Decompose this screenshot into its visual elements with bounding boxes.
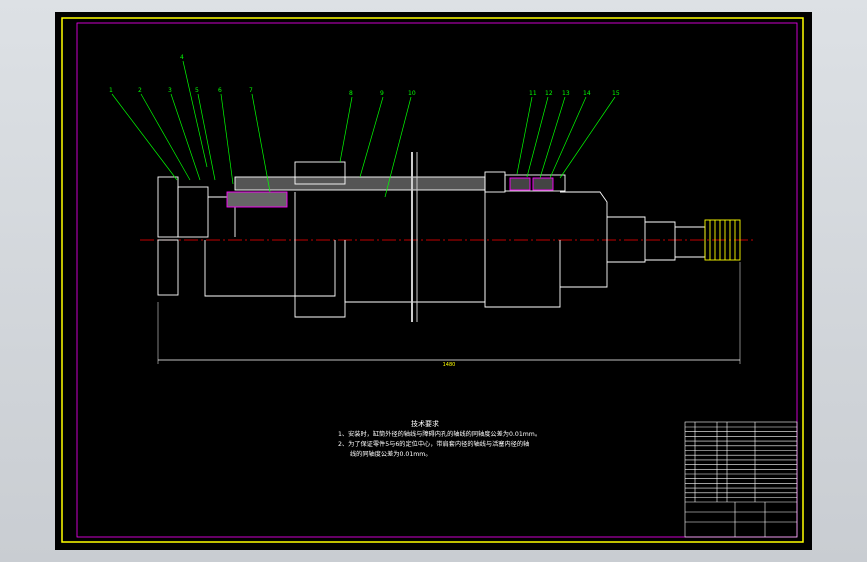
part-label-4: 4 xyxy=(180,54,184,61)
technical-requirements: 技术要求 1、安装时，缸筒外径的轴线与障碍内孔的轴线的同轴度公差为0.01mm。… xyxy=(338,419,541,458)
outer-frame xyxy=(61,17,804,543)
assembly-section xyxy=(157,152,741,322)
leader-line-9 xyxy=(359,96,384,178)
tech-req-line2: 2、为了保证零件5与6的定位中心，带肩套内径的轴线与活塞内径的轴 xyxy=(338,440,529,448)
part-label-6: 6 xyxy=(218,87,222,94)
part-label-11: 11 xyxy=(529,90,537,97)
part-label-3: 3 xyxy=(168,87,172,94)
rod-1 xyxy=(607,216,646,263)
rod-2 xyxy=(645,221,676,261)
cap-11 xyxy=(484,171,506,193)
cylinder-lower xyxy=(344,240,486,303)
part-label-9: 9 xyxy=(380,90,384,97)
title-block xyxy=(684,421,798,538)
leader-line-8 xyxy=(339,96,353,163)
part-label-1: 1 xyxy=(109,87,113,94)
leader-line-6 xyxy=(220,93,234,185)
cad-drawing: 1480 1 2 345 6 7 8 9 10 11 12 13 14 15 技术要求 1、安装时，缸筒… xyxy=(61,17,804,543)
part-label-5: 5 xyxy=(195,87,199,94)
body-left-lower xyxy=(204,240,336,297)
piston-seal-block xyxy=(226,191,288,208)
part-label-10: 10 xyxy=(408,90,416,97)
piston-lower xyxy=(294,192,346,318)
left-flange xyxy=(177,186,209,238)
parts-list xyxy=(685,422,797,502)
part-label-15: 15 xyxy=(612,90,620,97)
part-label-12: 12 xyxy=(545,90,553,97)
overall-dimension: 1480 xyxy=(157,262,741,368)
end-cap-lower xyxy=(157,239,179,296)
part-label-14: 14 xyxy=(583,90,591,97)
leader-line-13 xyxy=(539,96,566,179)
leader-line-3 xyxy=(170,93,201,181)
rod-3 xyxy=(675,226,706,258)
part-label-8: 8 xyxy=(349,90,353,97)
leader-line-12 xyxy=(526,96,549,178)
nose xyxy=(560,191,608,288)
leader-line-2 xyxy=(140,93,191,181)
leader-line-4 xyxy=(182,60,208,168)
tech-req-line1: 1、安装时，缸筒外径的轴线与障碍内孔的轴线的同轴度公差为0.01mm。 xyxy=(338,430,541,438)
overall-dimension-text: 1480 xyxy=(443,362,456,368)
part-label-7: 7 xyxy=(249,87,253,94)
tech-req-line3: 线的同轴度公差为0.01mm。 xyxy=(350,450,432,458)
end-cap xyxy=(157,176,179,238)
leader-line-1 xyxy=(111,93,178,181)
drawing-canvas: 1480 1 2 3 4 5 6 7 8 9 10 11 12 13 14 15 技术要求 1、安装时，缸筒… xyxy=(55,12,812,550)
part-leaders: 1 2 345 6 7 8 9 10 11 12 13 14 15 xyxy=(109,54,620,198)
leader-line-11 xyxy=(516,96,533,175)
part-label-13: 13 xyxy=(562,90,570,97)
gland-lower xyxy=(484,190,561,308)
cylinder-wall-upper xyxy=(234,176,486,191)
part-label-2: 2 xyxy=(138,87,142,94)
tech-req-title: 技术要求 xyxy=(411,419,439,428)
